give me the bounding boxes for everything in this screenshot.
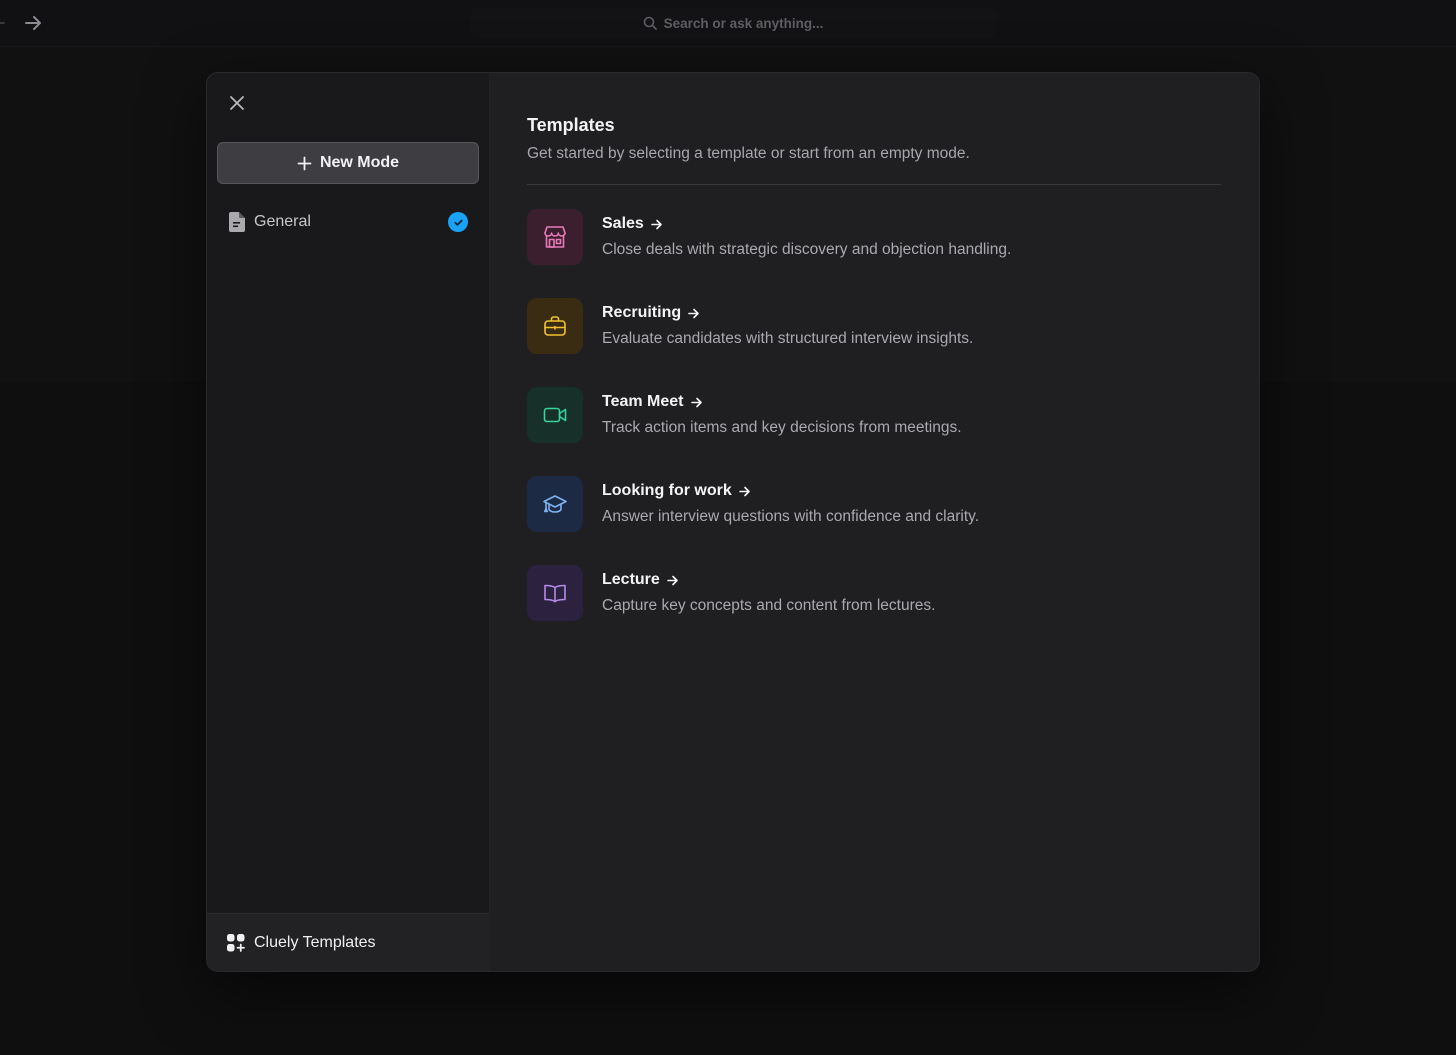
back-arrow-icon[interactable] xyxy=(0,13,6,33)
template-name-text: Recruiting xyxy=(602,304,682,321)
forward-arrow-icon[interactable] xyxy=(22,12,44,34)
modes-sidebar: New Mode General Cluely Templates xyxy=(207,73,490,971)
template-recruiting[interactable]: Recruiting Evaluate candidates with stru… xyxy=(527,298,1207,356)
storefront-icon xyxy=(544,226,566,248)
template-sales[interactable]: Sales Close deals with strategic discove… xyxy=(527,209,1207,267)
divider xyxy=(527,184,1221,185)
search-icon xyxy=(643,16,657,30)
arrow-right-icon xyxy=(690,397,702,407)
templates-grid-icon xyxy=(227,934,245,952)
template-team-meet[interactable]: Team Meet Track action items and key dec… xyxy=(527,387,1207,445)
template-description: Close deals with strategic discovery and… xyxy=(602,241,1012,258)
arrow-right-icon xyxy=(666,575,678,585)
template-name: Lecture xyxy=(602,571,679,589)
arrow-right-icon xyxy=(738,486,750,496)
search-placeholder: Search or ask anything... xyxy=(663,15,824,31)
templates-modal: New Mode General Cluely Templates Templa… xyxy=(206,72,1260,972)
template-description: Capture key concepts and content from le… xyxy=(602,597,936,614)
close-icon[interactable] xyxy=(227,93,247,113)
template-name-text: Looking for work xyxy=(602,482,732,499)
template-lecture[interactable]: Lecture Capture key concepts and content… xyxy=(527,565,1207,623)
cluely-templates-button[interactable]: Cluely Templates xyxy=(207,913,489,971)
template-name-text: Lecture xyxy=(602,571,660,588)
search-bar[interactable]: Search or ask anything... xyxy=(470,8,996,38)
template-looking-for-work[interactable]: Looking for work Answer interview questi… xyxy=(527,476,1207,534)
video-camera-icon xyxy=(543,407,567,423)
selected-check-icon xyxy=(448,212,468,232)
looking-for-work-tile xyxy=(527,476,583,532)
team-meet-tile xyxy=(527,387,583,443)
template-name: Looking for work xyxy=(602,482,751,500)
template-name-text: Team Meet xyxy=(602,393,684,410)
template-description: Track action items and key decisions fro… xyxy=(602,419,962,436)
arrow-right-icon xyxy=(688,308,699,318)
mode-item-label: General xyxy=(254,213,311,230)
briefcase-icon xyxy=(544,316,566,336)
template-name: Team Meet xyxy=(602,393,703,411)
new-mode-button[interactable]: New Mode xyxy=(217,142,479,184)
recruiting-tile xyxy=(527,298,583,354)
new-mode-label: New Mode xyxy=(319,154,400,171)
template-description: Answer interview questions with confiden… xyxy=(602,508,980,525)
top-bar: Search or ask anything... xyxy=(0,0,1456,47)
templates-panel: Templates Get started by selecting a tem… xyxy=(490,73,1259,971)
template-name: Sales xyxy=(602,215,663,233)
page-title: Templates xyxy=(527,115,615,135)
graduation-cap-icon xyxy=(543,495,567,513)
template-description: Evaluate candidates with structured inte… xyxy=(602,330,974,347)
mode-item-general[interactable]: General xyxy=(217,204,479,240)
template-name-text: Sales xyxy=(602,215,644,232)
plus-icon xyxy=(297,156,312,170)
cluely-templates-label: Cluely Templates xyxy=(254,934,376,951)
page-subtitle: Get started by selecting a template or s… xyxy=(527,145,970,162)
template-name: Recruiting xyxy=(602,304,700,322)
book-open-icon xyxy=(544,584,566,603)
document-icon xyxy=(229,212,245,232)
sales-tile xyxy=(527,209,583,265)
arrow-right-icon xyxy=(651,219,662,229)
lecture-tile xyxy=(527,565,583,621)
